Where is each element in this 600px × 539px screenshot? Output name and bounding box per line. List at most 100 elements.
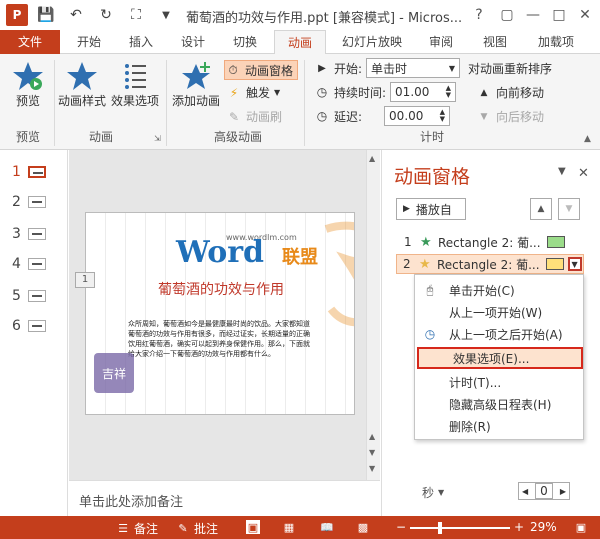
notes-toggle[interactable]: ☰ 备注 xyxy=(116,520,158,537)
ribbon-display-options-icon[interactable]: ▢ xyxy=(494,3,520,27)
timeline-zoom[interactable]: ◀ 0 ▶ xyxy=(518,482,570,500)
animation-painter-button[interactable]: ✎ 动画刷 xyxy=(226,108,282,125)
notes-toggle-label: 备注 xyxy=(134,522,159,536)
tab-insert[interactable]: 插入 xyxy=(118,30,164,54)
zoom-out-button[interactable]: − xyxy=(396,520,406,534)
title-bar: P 💾 ↶ ↻ ⛶ ▼ 葡萄酒的功效与作用.ppt [兼容模式] - Micro… xyxy=(0,0,600,30)
slide-body-text[interactable]: 众所周知，葡萄酒如今是最健康最时尚的饮品。大家都知道葡萄酒的功效与作用有很多，而… xyxy=(128,319,312,359)
slide-number: 2 xyxy=(12,194,21,210)
zoom-slider-thumb[interactable] xyxy=(438,522,442,534)
zoom-level[interactable]: 29% xyxy=(530,520,557,534)
undo-icon[interactable]: ↶ xyxy=(64,3,88,27)
menu-hide-advanced-timeline[interactable]: 隐藏高级日程表(H) xyxy=(415,393,583,415)
close-button[interactable]: ✕ xyxy=(572,3,598,27)
view-slideshow[interactable]: ▩ xyxy=(356,520,374,534)
slide-thumbnail[interactable]: 3 xyxy=(12,226,46,242)
start-select[interactable]: 单击时 ▼ xyxy=(366,58,461,78)
page-down-icon[interactable]: ▼ xyxy=(369,448,375,457)
comments-toggle[interactable]: ✎ 批注 xyxy=(176,520,218,537)
slide-number: 4 xyxy=(12,256,21,272)
maximize-button[interactable]: □ xyxy=(546,3,572,27)
slideshow-icon: ▩ xyxy=(357,520,369,534)
animation-styles-label: 动画样式 xyxy=(57,94,106,108)
animation-styles-button[interactable]: 动画样式 xyxy=(56,60,108,109)
menu-timing[interactable]: 计时(T)... xyxy=(415,371,583,393)
slide-thumbnail[interactable]: 1 xyxy=(12,164,46,180)
fit-to-window-icon: ▣ xyxy=(575,520,587,534)
minimize-button[interactable]: — xyxy=(520,3,546,27)
view-sorter[interactable]: ▦ xyxy=(282,520,300,534)
animation-timeline-bar xyxy=(545,258,564,270)
tab-view[interactable]: 视图 xyxy=(472,30,518,54)
tab-design[interactable]: 设计 xyxy=(170,30,216,54)
preview-button[interactable]: 预览 xyxy=(8,60,48,109)
menu-after-previous[interactable]: ◷ 从上一项之后开始(A) xyxy=(415,323,583,345)
redo-icon[interactable]: ↻ xyxy=(94,3,118,27)
menu-effect-options[interactable]: 效果选项(E)... xyxy=(417,347,583,369)
dialog-launcher-icon[interactable]: ⇲ xyxy=(154,134,161,143)
move-later-button[interactable]: ▼ 向后移动 xyxy=(476,108,544,125)
slide-thumbnail[interactable]: 5 xyxy=(12,288,46,304)
item-dropdown-icon[interactable]: ▼ xyxy=(567,257,582,271)
scroll-down-icon[interactable]: ▼ xyxy=(369,464,375,473)
view-normal[interactable]: ▣ xyxy=(246,520,264,534)
left-arrow-icon[interactable]: ◀ xyxy=(522,487,528,496)
delay-row: ◷ 延迟: 00.00 ▲ ▼ xyxy=(314,106,451,126)
animation-list-item-selected[interactable]: 2 ★ Rectangle 2: 葡... ▼ xyxy=(396,254,584,274)
play-from-button[interactable]: ▶ 播放自 xyxy=(396,198,466,220)
menu-on-click[interactable]: 🖰 单击开始(C) xyxy=(415,279,583,301)
slide-thumbnail[interactable]: 6 xyxy=(12,318,46,334)
slide-thumbnail[interactable]: 4 xyxy=(12,256,46,272)
tab-addins[interactable]: 加载项 xyxy=(526,30,586,54)
save-icon[interactable]: 💾 xyxy=(34,3,58,27)
word-logo: Word xyxy=(176,235,265,270)
tab-slideshow[interactable]: 幻灯片放映 xyxy=(334,30,410,54)
help-button[interactable]: ? xyxy=(466,3,492,27)
spinner-icon: ▲ ▼ xyxy=(445,84,452,99)
right-arrow-icon[interactable]: ▶ xyxy=(560,487,566,496)
add-animation-button[interactable]: 添加动画 xyxy=(170,60,222,109)
animation-list-item[interactable]: 1 ★ Rectangle 2: 葡... xyxy=(398,232,584,252)
customize-qat-icon[interactable]: ▼ xyxy=(154,3,178,27)
pane-options-icon[interactable]: ▼ xyxy=(558,166,566,177)
seconds-dropdown[interactable]: 秒 ▼ xyxy=(422,484,444,501)
pane-close-icon[interactable]: ✕ xyxy=(578,166,589,181)
zoom-in-button[interactable]: + xyxy=(514,520,524,534)
notes-placeholder: 单击此处添加备注 xyxy=(79,495,184,510)
menu-item-label: 隐藏高级日程表(H) xyxy=(449,397,552,412)
fit-slide-button[interactable]: ▣ xyxy=(574,520,592,534)
slide-thumbnail[interactable]: 2 xyxy=(12,194,46,210)
slide-title[interactable]: 葡萄酒的功效与作用 xyxy=(86,279,354,299)
effect-options-button[interactable]: 效果选项 xyxy=(108,60,162,109)
menu-remove[interactable]: 删除(R) xyxy=(415,415,583,437)
animation-pane-button[interactable]: ⏱ 动画窗格 xyxy=(224,60,299,80)
start-label: 开始: xyxy=(334,61,363,76)
move-earlier-button[interactable]: ▲ 向前移动 xyxy=(476,84,544,101)
current-slide[interactable]: www.wordlm.com Word 联盟 葡萄酒的功效与作用 众所周知，葡萄… xyxy=(85,212,355,415)
zoom-slider[interactable] xyxy=(410,522,510,534)
tab-transitions[interactable]: 切换 xyxy=(222,30,268,54)
tab-home[interactable]: 开始 xyxy=(66,30,112,54)
view-reading[interactable]: 📖 xyxy=(320,520,338,534)
spinner-icon: ▲ ▼ xyxy=(439,108,446,123)
collapse-ribbon-icon[interactable]: ▲ xyxy=(584,134,591,144)
tab-file[interactable]: 文件 xyxy=(0,30,60,54)
move-down-button[interactable]: ▼ xyxy=(558,198,580,220)
slide-thumbnail-pane: 1 2 3 4 5 6 xyxy=(0,150,68,516)
tab-review[interactable]: 审阅 xyxy=(418,30,464,54)
powerpoint-app-icon[interactable]: P xyxy=(6,4,28,26)
animation-pane-title: 动画窗格 xyxy=(394,166,471,188)
page-up-icon[interactable]: ▲ xyxy=(369,432,375,441)
scroll-up-icon[interactable]: ▲ xyxy=(369,154,375,163)
delay-spinner[interactable]: 00.00 ▲ ▼ xyxy=(384,106,451,126)
move-up-button[interactable]: ▲ xyxy=(530,198,552,220)
notes-area[interactable]: 单击此处添加备注 xyxy=(69,480,380,516)
effect-options-icon xyxy=(125,64,146,89)
trigger-button[interactable]: ⚡ 触发 ▼ xyxy=(226,84,280,101)
animation-order-tag[interactable]: 1 xyxy=(75,272,95,288)
vertical-scrollbar[interactable]: ▲ ▲ ▼ ▼ xyxy=(366,150,380,480)
slideshow-from-beginning-icon[interactable]: ⛶ xyxy=(124,3,148,27)
menu-with-previous[interactable]: 从上一项开始(W) xyxy=(415,301,583,323)
tab-animations[interactable]: 动画 xyxy=(274,30,326,55)
duration-spinner[interactable]: 01.00 ▲ ▼ xyxy=(390,82,457,102)
